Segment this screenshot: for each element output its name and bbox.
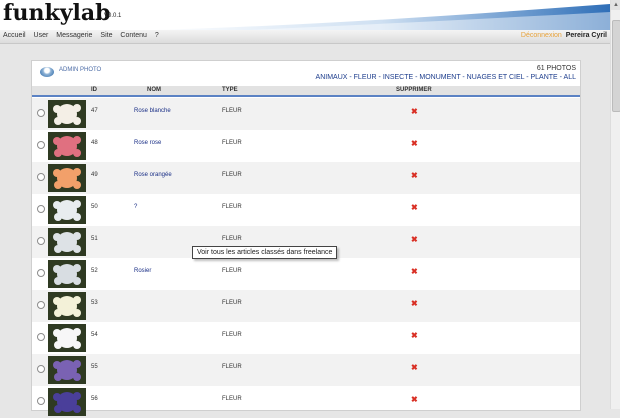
row-select-radio[interactable] bbox=[37, 109, 45, 117]
delete-icon[interactable]: ✖ bbox=[411, 363, 418, 372]
menu-item-site[interactable]: Site bbox=[100, 32, 112, 39]
user-name: Pereira Cyril bbox=[565, 32, 607, 39]
main-menu: Accueil User Messagerie Site Contenu ? bbox=[3, 32, 165, 39]
app-version: V0.0.1 bbox=[104, 13, 122, 19]
table-row[interactable]: 54 FLEUR ✖ bbox=[32, 322, 580, 354]
photo-admin-icon bbox=[40, 67, 54, 77]
table-row[interactable]: 50? FLEUR ✖ bbox=[32, 194, 580, 226]
cell-type: FLEUR bbox=[222, 268, 242, 274]
cell-id: 49 bbox=[91, 172, 98, 178]
delete-icon[interactable]: ✖ bbox=[411, 235, 418, 244]
table-row[interactable]: 48 Rose rose FLEUR ✖ bbox=[32, 130, 580, 162]
menu-item-help[interactable]: ? bbox=[155, 32, 159, 39]
col-header-nom: NOM bbox=[147, 87, 161, 93]
vertical-scrollbar[interactable]: ▲ bbox=[610, 0, 620, 409]
table-row[interactable]: 56 FLEUR ✖ bbox=[32, 386, 580, 418]
cell-id: 55 bbox=[91, 364, 98, 370]
user-area: Déconnexion Pereira Cyril bbox=[521, 32, 607, 39]
col-header-supprimer: SUPPRIMER bbox=[396, 87, 432, 93]
cell-nom[interactable]: ? bbox=[134, 204, 137, 210]
row-select-radio[interactable] bbox=[37, 269, 45, 277]
row-select-radio[interactable] bbox=[37, 397, 45, 405]
scroll-thumb[interactable] bbox=[612, 20, 620, 112]
table-row[interactable]: 55 FLEUR ✖ bbox=[32, 354, 580, 386]
row-select-radio[interactable] bbox=[37, 173, 45, 181]
cell-id: 48 bbox=[91, 140, 98, 146]
row-select-radio[interactable] bbox=[37, 301, 45, 309]
cell-type: FLEUR bbox=[222, 332, 242, 338]
cell-type: FLEUR bbox=[222, 204, 242, 210]
col-header-id: ID bbox=[91, 87, 97, 93]
delete-icon[interactable]: ✖ bbox=[411, 171, 418, 180]
cell-type: FLEUR bbox=[222, 108, 242, 114]
cell-id: 51 bbox=[91, 236, 98, 242]
cell-id: 54 bbox=[91, 332, 98, 338]
cell-type: FLEUR bbox=[222, 172, 242, 178]
panel-title: ADMIN PHOTO bbox=[59, 67, 102, 73]
row-select-radio[interactable] bbox=[37, 365, 45, 373]
photo-thumbnail[interactable] bbox=[48, 356, 86, 384]
scroll-up-arrow-icon[interactable]: ▲ bbox=[611, 0, 620, 10]
cell-type: FLEUR bbox=[222, 140, 242, 146]
row-select-radio[interactable] bbox=[37, 205, 45, 213]
cell-id: 53 bbox=[91, 300, 98, 306]
photo-thumbnail[interactable] bbox=[48, 388, 86, 416]
menu-bar: Accueil User Messagerie Site Contenu ? D… bbox=[0, 30, 610, 44]
delete-icon[interactable]: ✖ bbox=[411, 331, 418, 340]
photo-thumbnail[interactable] bbox=[48, 292, 86, 320]
admin-photo-panel: ADMIN PHOTO 61 PHOTOS ANIMAUX - FLEUR - … bbox=[31, 60, 581, 416]
cell-type: FLEUR bbox=[222, 236, 242, 242]
delete-icon[interactable]: ✖ bbox=[411, 395, 418, 404]
cell-id: 47 bbox=[91, 108, 98, 114]
table-row[interactable]: 53 FLEUR ✖ bbox=[32, 290, 580, 322]
photo-thumbnail[interactable] bbox=[48, 324, 86, 352]
cell-id: 52 bbox=[91, 268, 98, 274]
cell-type: FLEUR bbox=[222, 300, 242, 306]
menu-item-accueil[interactable]: Accueil bbox=[3, 32, 26, 39]
col-header-type: TYPE bbox=[222, 87, 238, 93]
tooltip: Voir tous les articles classés dans free… bbox=[192, 246, 338, 259]
photo-count: 61 PHOTOS bbox=[536, 65, 576, 72]
app-header: funkylab V0.0.1 bbox=[0, 0, 610, 30]
row-select-radio[interactable] bbox=[37, 237, 45, 245]
cell-nom[interactable]: Rose blanche bbox=[134, 108, 171, 114]
delete-icon[interactable]: ✖ bbox=[411, 299, 418, 308]
cell-id: 56 bbox=[91, 396, 98, 402]
cell-type: FLEUR bbox=[222, 364, 242, 370]
delete-icon[interactable]: ✖ bbox=[411, 139, 418, 148]
photo-thumbnail[interactable] bbox=[48, 260, 86, 288]
table-row[interactable]: 49 Rose orangée FLEUR ✖ bbox=[32, 162, 580, 194]
photo-thumbnail[interactable] bbox=[48, 100, 86, 128]
menu-item-contenu[interactable]: Contenu bbox=[120, 32, 146, 39]
category-filter-links[interactable]: ANIMAUX - FLEUR - INSECTE - MONUMENT - N… bbox=[316, 74, 576, 81]
row-select-radio[interactable] bbox=[37, 141, 45, 149]
photo-thumbnail[interactable] bbox=[48, 228, 86, 256]
delete-icon[interactable]: ✖ bbox=[411, 203, 418, 212]
cell-nom[interactable]: Rosier bbox=[134, 268, 151, 274]
table-row[interactable]: 52 Rosier FLEUR ✖ bbox=[32, 258, 580, 290]
delete-icon[interactable]: ✖ bbox=[411, 267, 418, 276]
cell-nom[interactable]: Rose rose bbox=[134, 140, 161, 146]
logout-link[interactable]: Déconnexion bbox=[521, 32, 562, 39]
menu-item-user[interactable]: User bbox=[34, 32, 49, 39]
menu-item-messagerie[interactable]: Messagerie bbox=[56, 32, 92, 39]
cell-type: FLEUR bbox=[222, 396, 242, 402]
cell-id: 50 bbox=[91, 204, 98, 210]
app-logo[interactable]: funkylab bbox=[3, 0, 110, 26]
photo-thumbnail[interactable] bbox=[48, 132, 86, 160]
row-select-radio[interactable] bbox=[37, 333, 45, 341]
photo-thumbnail[interactable] bbox=[48, 164, 86, 192]
photo-thumbnail[interactable] bbox=[48, 196, 86, 224]
table-header: ID NOM TYPE SUPPRIMER bbox=[32, 86, 580, 97]
cell-nom[interactable]: Rose orangée bbox=[134, 172, 172, 178]
table-row[interactable]: 47 Rose blanche FLEUR ✖ bbox=[32, 98, 580, 130]
delete-icon[interactable]: ✖ bbox=[411, 107, 418, 116]
